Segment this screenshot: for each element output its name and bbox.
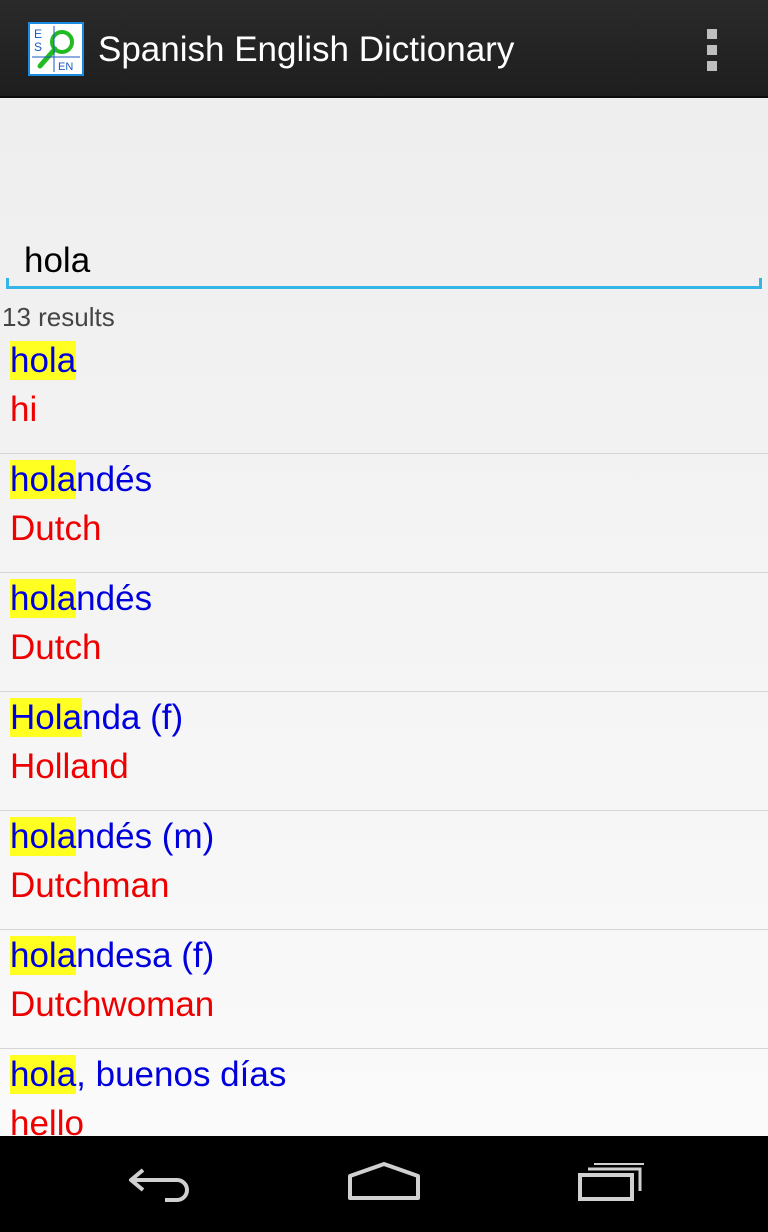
list-item[interactable]: holandesa (f) Dutchwoman xyxy=(0,930,768,1049)
back-button[interactable] xyxy=(100,1154,220,1214)
overflow-dot xyxy=(707,29,717,39)
home-button[interactable] xyxy=(324,1154,444,1214)
result-translation: Holland xyxy=(10,747,129,786)
back-icon xyxy=(125,1162,195,1207)
search-field-container xyxy=(6,226,762,292)
list-item[interactable]: holandés Dutch xyxy=(0,454,768,573)
result-translation: Dutch xyxy=(10,509,102,548)
overflow-dot xyxy=(707,61,717,71)
term-remainder: ndesa (f) xyxy=(76,936,215,975)
overflow-dot xyxy=(707,45,717,55)
result-translation: Dutchwoman xyxy=(10,985,215,1024)
result-translation: hello xyxy=(10,1104,84,1136)
result-translation: Dutchman xyxy=(10,866,170,905)
system-navigation-bar xyxy=(0,1136,768,1232)
search-input[interactable] xyxy=(6,226,762,286)
home-icon xyxy=(346,1160,422,1209)
result-translation: hi xyxy=(10,390,38,429)
list-item[interactable]: holandés Dutch xyxy=(0,573,768,692)
term-match-highlight: hola xyxy=(10,579,77,618)
term-remainder: nda (f) xyxy=(81,698,184,737)
term-remainder: ndés xyxy=(76,460,153,499)
result-term: holandés xyxy=(10,455,152,505)
term-match-highlight: hola xyxy=(10,460,77,499)
term-remainder: ndés (m) xyxy=(76,817,215,856)
list-item[interactable]: hola, buenos días hello xyxy=(0,1049,768,1136)
term-match-highlight: hola xyxy=(10,936,77,975)
app-icon-letter-s: S xyxy=(34,40,42,54)
main-content: 13 results hola hi holandés Dutch holand… xyxy=(0,98,768,1136)
app-icon-letters-en: EN xyxy=(58,61,73,73)
term-match-highlight: Hola xyxy=(10,698,82,737)
result-term: hola xyxy=(10,336,77,386)
term-match-highlight: hola xyxy=(10,1055,77,1094)
result-term: hola, buenos días xyxy=(10,1050,286,1100)
result-term: holandesa (f) xyxy=(10,931,214,981)
result-term: Holanda (f) xyxy=(10,693,183,743)
overflow-menu-button[interactable] xyxy=(690,24,734,76)
list-item[interactable]: Holanda (f) Holland xyxy=(0,692,768,811)
term-remainder: , buenos días xyxy=(76,1055,287,1094)
list-item[interactable]: hola hi xyxy=(0,335,768,454)
recent-apps-icon xyxy=(574,1161,646,1208)
result-count: 13 results xyxy=(2,302,115,332)
action-bar: E S EN Spanish English Dictionary xyxy=(0,0,768,98)
recent-apps-button[interactable] xyxy=(550,1154,670,1214)
app-title: Spanish English Dictionary xyxy=(98,30,515,69)
result-term: holandés (m) xyxy=(10,812,214,862)
term-match-highlight: hola xyxy=(10,817,77,856)
result-translation: Dutch xyxy=(10,628,102,667)
term-match-highlight: hola xyxy=(10,341,77,380)
result-term: holandés xyxy=(10,574,152,624)
app-icon-letter-e: E xyxy=(34,27,42,41)
dictionary-app-icon[interactable]: E S EN xyxy=(28,22,84,76)
results-list[interactable]: hola hi holandés Dutch holandés Dutch Ho… xyxy=(0,335,768,1136)
list-item[interactable]: holandés (m) Dutchman xyxy=(0,811,768,930)
search-underline xyxy=(6,278,762,289)
term-remainder: ndés xyxy=(76,579,153,618)
